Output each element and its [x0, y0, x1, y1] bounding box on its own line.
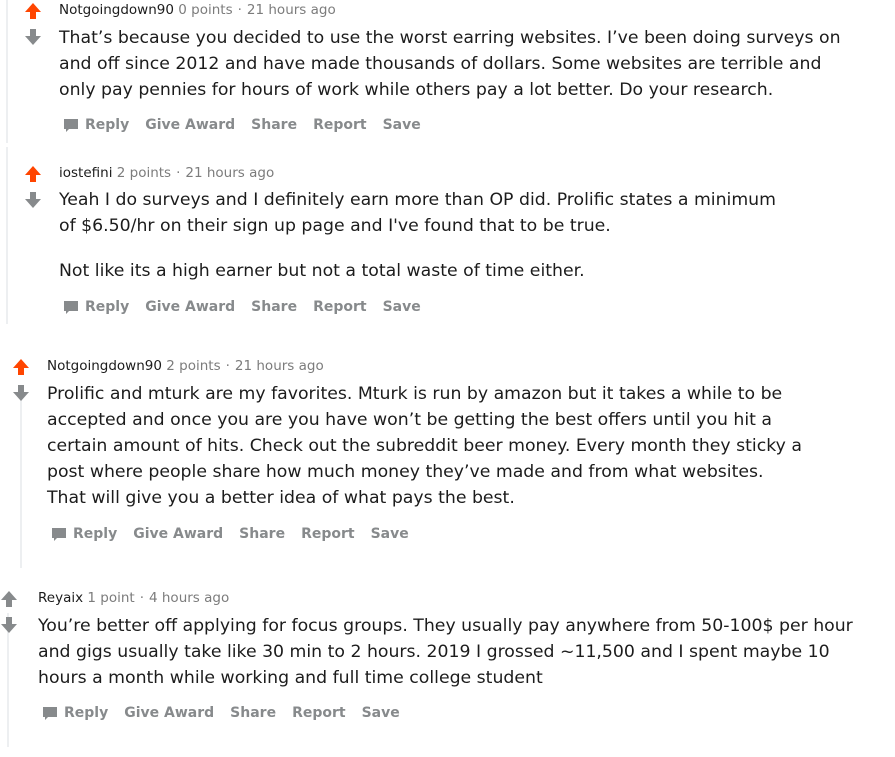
give-award-button[interactable]: Give Award	[145, 115, 235, 135]
speech-bubble-icon	[64, 301, 78, 314]
speech-bubble-icon	[52, 528, 66, 541]
save-button[interactable]: Save	[371, 524, 409, 544]
separator: ·	[139, 590, 144, 606]
comment-header: iostefini 2 points · 21 hours ago	[59, 164, 274, 182]
comment-actions: Reply Give Award Share Report Save	[42, 703, 416, 723]
vote-column	[11, 357, 31, 403]
comment-text: Not like its a high earner but not a tot…	[59, 261, 585, 281]
comment-text: You’re better off applying for focus gro…	[38, 616, 853, 688]
arrow-down-icon[interactable]	[23, 190, 43, 210]
give-award-button[interactable]: Give Award	[124, 703, 214, 723]
comment-body: You’re better off applying for focus gro…	[38, 613, 863, 691]
vote-column	[23, 1, 43, 47]
points: 2 points	[116, 165, 172, 181]
arrow-down-icon[interactable]	[0, 615, 19, 635]
share-button[interactable]: Share	[251, 297, 297, 317]
comment-text: Yeah I do surveys and I definitely earn …	[59, 190, 776, 236]
arrow-up-icon[interactable]	[23, 1, 43, 21]
author-link[interactable]: Reyaix	[38, 590, 83, 606]
share-button[interactable]: Share	[251, 115, 297, 135]
points: 2 points	[166, 358, 221, 374]
arrow-up-icon[interactable]	[0, 589, 19, 609]
timestamp[interactable]: 4 hours ago	[149, 590, 229, 606]
timestamp[interactable]: 21 hours ago	[185, 165, 274, 181]
timestamp[interactable]: 21 hours ago	[235, 358, 324, 374]
comment-body: That’s because you decided to use the wo…	[59, 25, 849, 103]
thread-line[interactable]	[6, 147, 8, 324]
reply-label: Reply	[64, 705, 109, 721]
reply-label: Reply	[85, 117, 130, 133]
thread-line[interactable]	[6, 0, 8, 143]
reply-button[interactable]: Reply	[51, 524, 117, 544]
give-award-button[interactable]: Give Award	[145, 297, 235, 317]
arrow-up-icon[interactable]	[11, 357, 31, 377]
comment-actions: Reply Give Award Share Report Save	[63, 297, 437, 317]
comment-body: Prolific and mturk are my favorites. Mtu…	[47, 381, 802, 511]
thread-line[interactable]	[20, 385, 22, 568]
report-button[interactable]: Report	[313, 115, 367, 135]
reply-button[interactable]: Reply	[63, 297, 129, 317]
vote-column	[23, 164, 43, 210]
save-button[interactable]: Save	[383, 297, 421, 317]
comment-text: That’s because you decided to use the wo…	[59, 28, 841, 100]
separator: ·	[225, 358, 230, 374]
reply-button[interactable]: Reply	[42, 703, 108, 723]
share-button[interactable]: Share	[239, 524, 285, 544]
arrow-up-icon[interactable]	[23, 164, 43, 184]
timestamp[interactable]: 21 hours ago	[247, 2, 336, 18]
comment-actions: Reply Give Award Share Report Save	[63, 115, 437, 135]
comment-text: Prolific and mturk are my favorites. Mtu…	[47, 384, 802, 508]
arrow-down-icon[interactable]	[23, 27, 43, 47]
author-link[interactable]: Notgoingdown90	[47, 358, 162, 374]
speech-bubble-icon	[64, 119, 78, 132]
speech-bubble-icon	[43, 707, 57, 720]
comment-body: Yeah I do surveys and I definitely earn …	[59, 187, 779, 284]
points: 1 point	[87, 590, 135, 606]
comment-header: Reyaix 1 point · 4 hours ago	[38, 589, 229, 607]
save-button[interactable]: Save	[362, 703, 400, 723]
reply-button[interactable]: Reply	[63, 115, 129, 135]
separator: ·	[176, 165, 181, 181]
vote-column	[0, 589, 19, 635]
comment-actions: Reply Give Award Share Report Save	[51, 524, 425, 544]
points: 0 points	[178, 2, 233, 18]
report-button[interactable]: Report	[292, 703, 346, 723]
save-button[interactable]: Save	[383, 115, 421, 135]
report-button[interactable]: Report	[301, 524, 355, 544]
separator: ·	[237, 2, 242, 18]
report-button[interactable]: Report	[313, 297, 367, 317]
comment-header: Notgoingdown90 2 points · 21 hours ago	[47, 357, 324, 375]
arrow-down-icon[interactable]	[11, 383, 31, 403]
reply-label: Reply	[73, 526, 118, 542]
author-link[interactable]: iostefini	[59, 165, 112, 181]
reply-label: Reply	[85, 299, 130, 315]
give-award-button[interactable]: Give Award	[133, 524, 223, 544]
share-button[interactable]: Share	[230, 703, 276, 723]
comment-header: Notgoingdown90 0 points · 21 hours ago	[59, 1, 336, 19]
author-link[interactable]: Notgoingdown90	[59, 2, 174, 18]
